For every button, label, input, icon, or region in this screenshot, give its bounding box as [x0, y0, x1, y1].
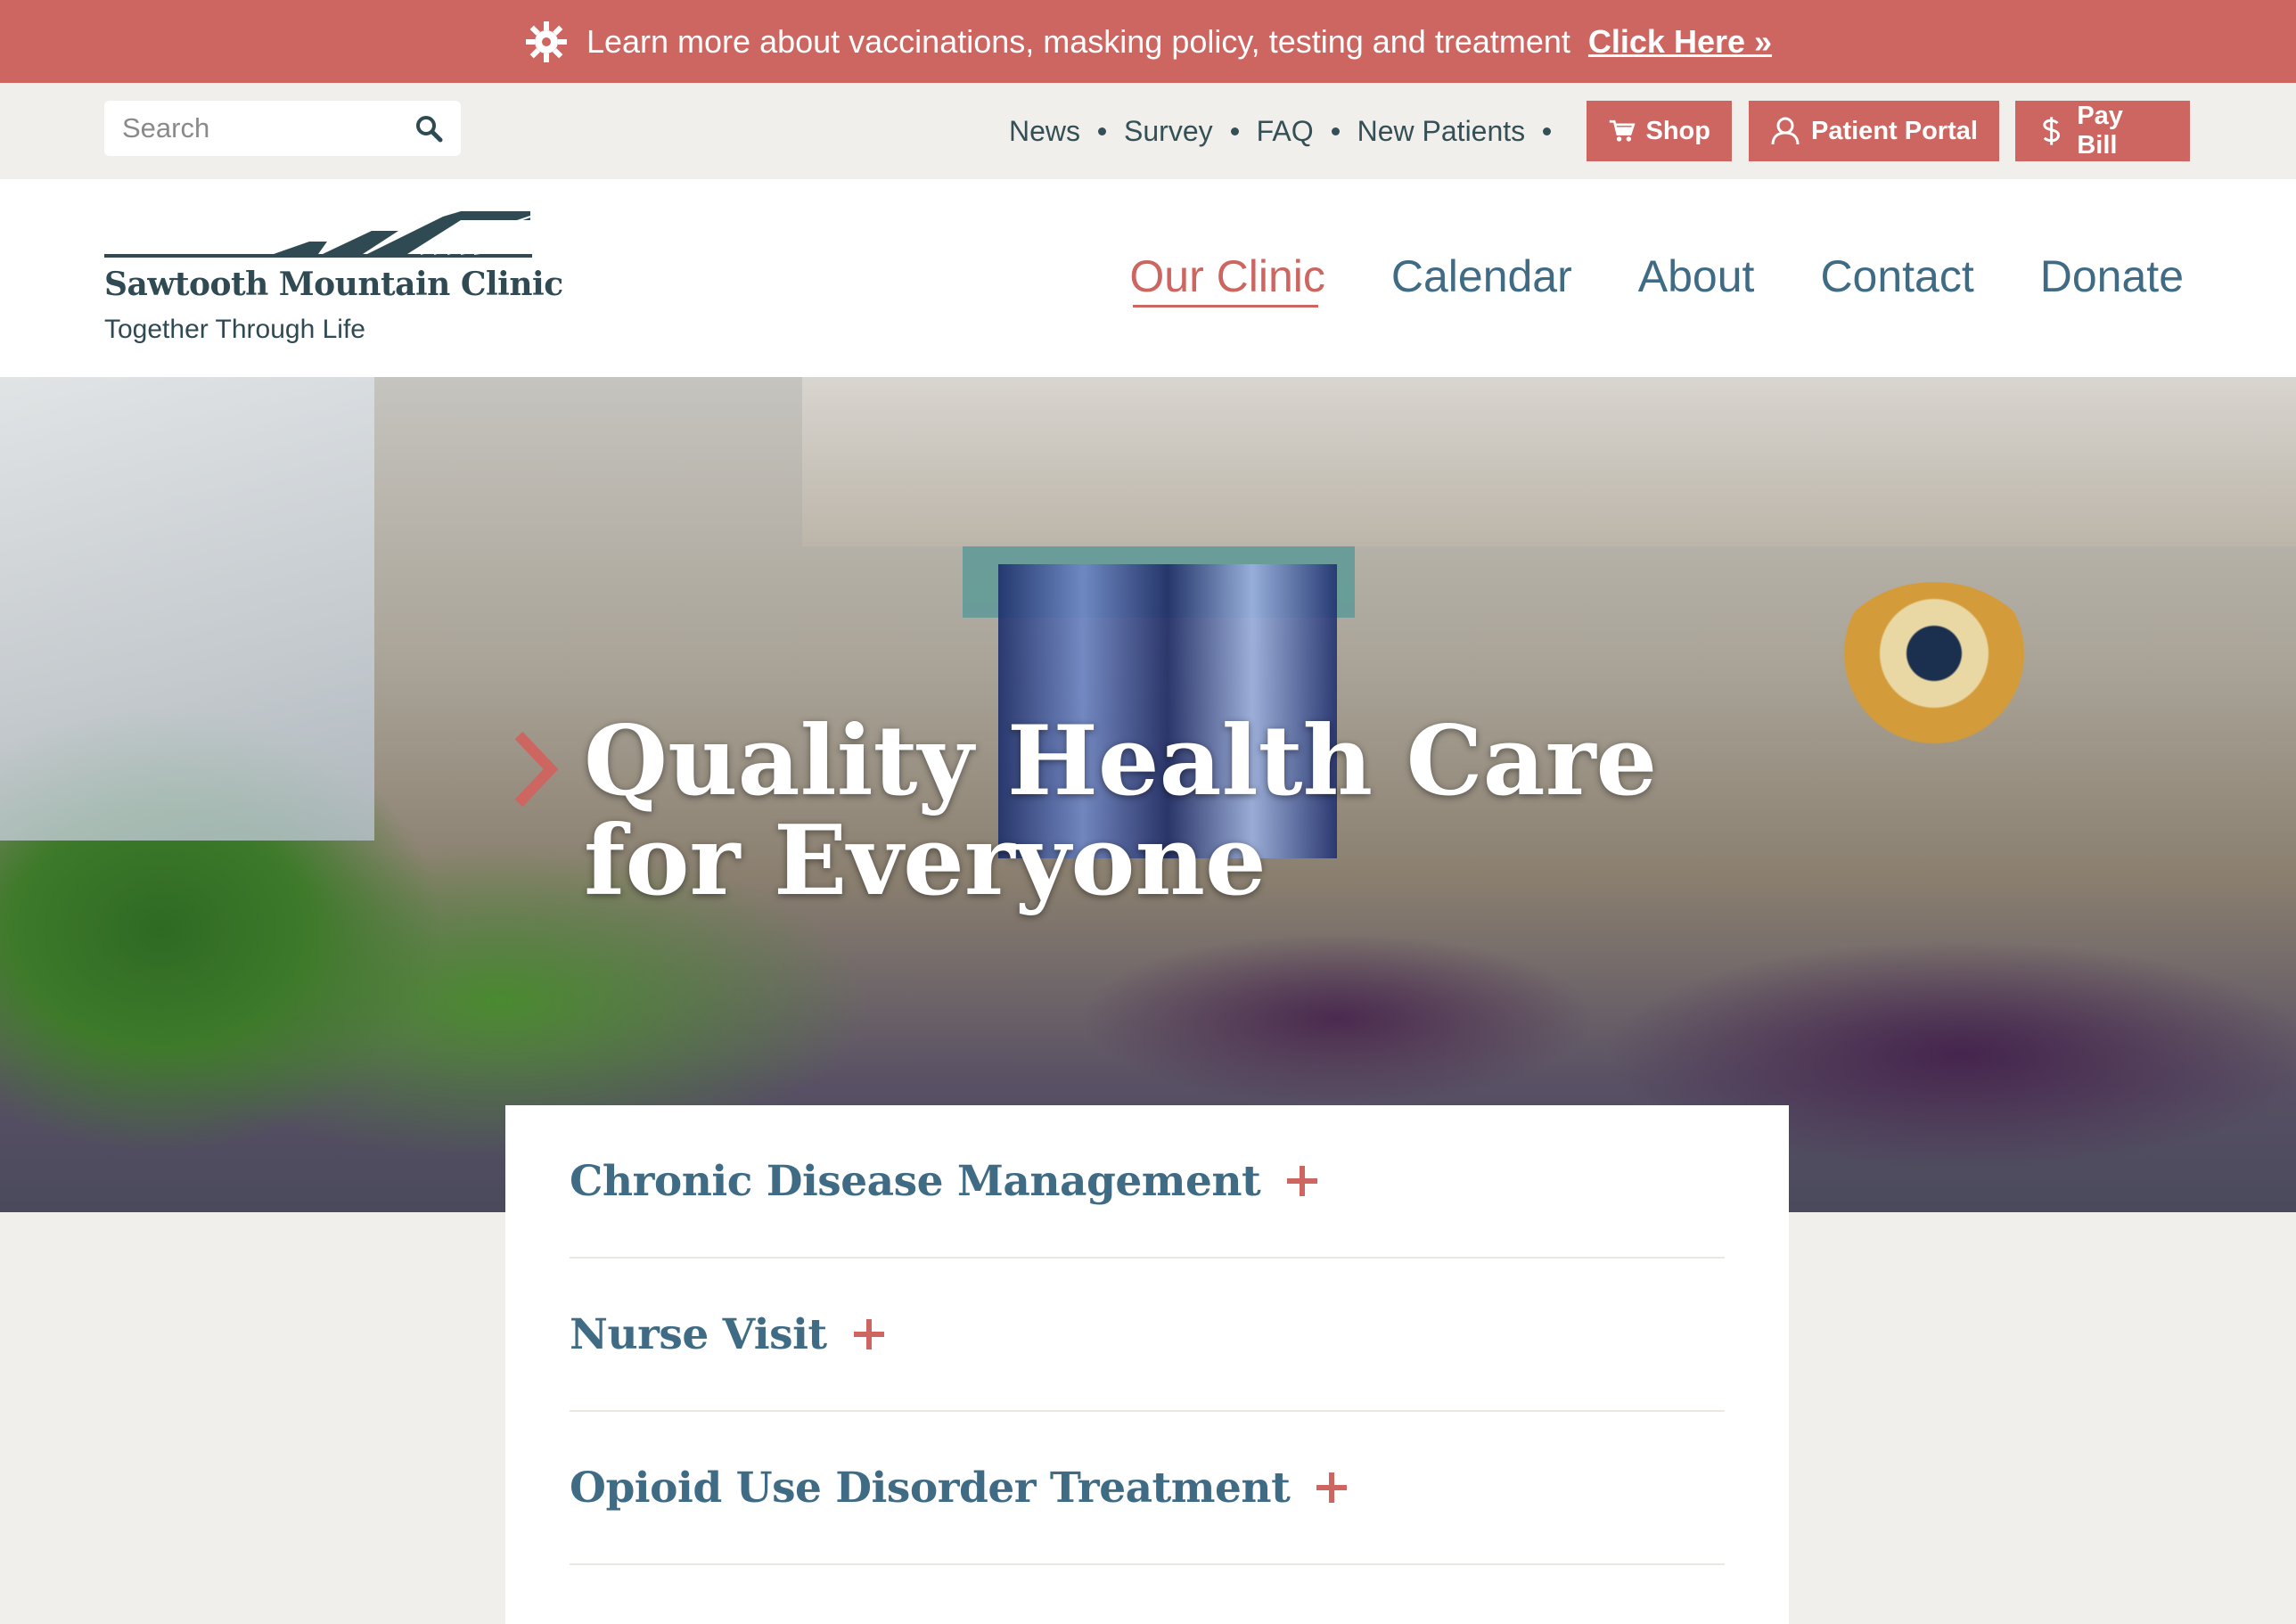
pay-bill-button[interactable]: Pay Bill	[2015, 101, 2190, 161]
patient-portal-button[interactable]: Patient Portal	[1749, 101, 1999, 161]
mountain-logo-icon[interactable]	[104, 211, 532, 261]
utility-link-news[interactable]: News	[1009, 115, 1080, 148]
service-label: Nurse Visit	[570, 1309, 827, 1359]
nav-calendar[interactable]: Calendar	[1391, 250, 1572, 302]
nav-donate[interactable]: Donate	[2040, 250, 2184, 302]
hero-banner: Quality Health Care for Everyone	[0, 377, 2296, 1212]
chevron-right-icon	[514, 731, 559, 808]
nav-about[interactable]: About	[1638, 250, 1755, 302]
cart-icon	[1609, 119, 1636, 142]
service-item[interactable]: Nurse Visit	[570, 1259, 1725, 1412]
pay-bill-label: Pay Bill	[2077, 102, 2123, 160]
alert-text: Learn more about vaccinations, masking p…	[586, 22, 1570, 60]
utility-link-faq[interactable]: FAQ	[1257, 115, 1314, 148]
alert-banner: Learn more about vaccinations, masking p…	[0, 0, 2296, 83]
search-input[interactable]: Search	[104, 101, 461, 156]
brand-tagline: Together Through Life	[104, 315, 365, 344]
search-placeholder: Search	[122, 112, 210, 144]
search-icon[interactable]	[414, 114, 443, 143]
brand-name[interactable]: Sawtooth Mountain Clinic	[104, 266, 563, 303]
shop-button[interactable]: Shop	[1587, 101, 1732, 161]
plus-icon[interactable]	[1287, 1166, 1318, 1196]
hero-photo-window	[0, 377, 374, 841]
user-icon	[1771, 117, 1800, 145]
utility-link-survey[interactable]: Survey	[1124, 115, 1213, 148]
shop-button-label: Shop	[1645, 116, 1711, 145]
main-nav: Our Clinic Calendar About Contact Donate	[1129, 250, 2184, 308]
utility-link-new-patients[interactable]: New Patients	[1357, 115, 1526, 148]
separator-dot	[1543, 127, 1552, 135]
nav-contact[interactable]: Contact	[1820, 250, 1973, 302]
site-header: Sawtooth Mountain Clinic Together Throug…	[0, 179, 2296, 377]
nav-our-clinic[interactable]: Our Clinic	[1129, 250, 1325, 308]
service-label: Chronic Disease Management	[570, 1156, 1261, 1206]
services-card: Chronic Disease Management Nurse Visit O…	[505, 1105, 1789, 1624]
alert-click-here-link[interactable]: Click Here »	[1588, 23, 1772, 61]
service-item[interactable]: Opioid Use Disorder Treatment	[570, 1412, 1725, 1565]
patient-portal-label: Patient Portal	[1811, 116, 1978, 145]
separator-dot	[1230, 127, 1239, 135]
utility-nav: News Survey FAQ New Patients	[1009, 101, 1569, 161]
separator-dot	[1331, 127, 1340, 135]
service-label: Opioid Use Disorder Treatment	[570, 1463, 1291, 1513]
virus-gear-icon	[525, 21, 567, 62]
service-item[interactable]: Chronic Disease Management	[570, 1105, 1725, 1259]
utility-bar: Search News Survey FAQ New Patients Shop…	[0, 83, 2296, 179]
separator-dot	[1098, 127, 1107, 135]
hero-photo-ceiling	[802, 377, 2296, 546]
dollar-icon	[2043, 117, 2060, 145]
plus-icon[interactable]	[1316, 1472, 1348, 1503]
hero-photo-eye-art	[1827, 582, 2041, 760]
plus-icon[interactable]	[853, 1319, 884, 1349]
hero-title: Quality Health Care for Everyone	[584, 705, 1658, 917]
